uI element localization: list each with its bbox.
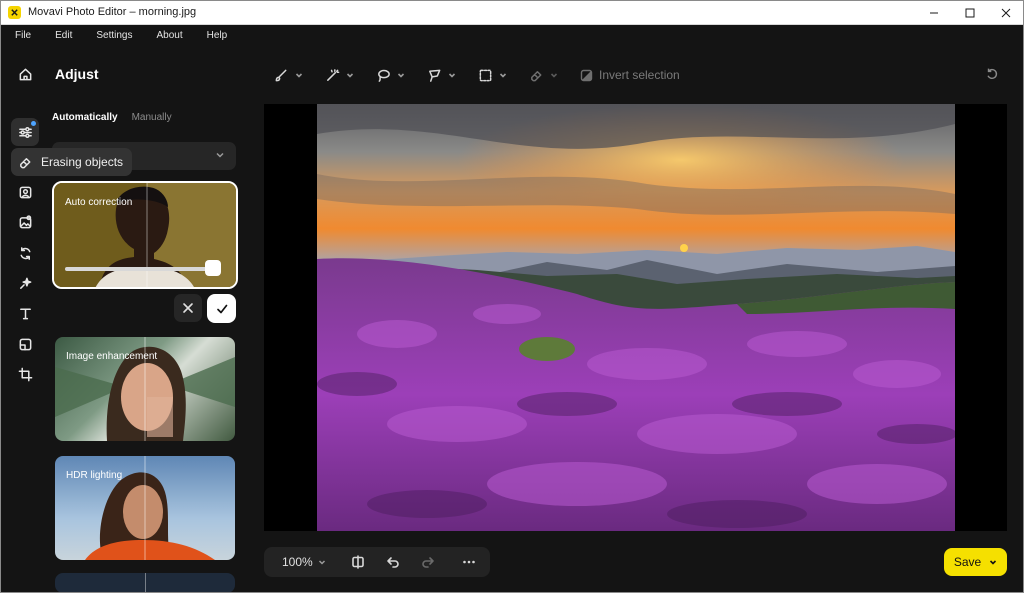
menu-file[interactable]: File	[15, 30, 31, 41]
chevron-down-icon	[990, 560, 997, 565]
chevron-down-icon	[499, 73, 507, 78]
zoom-level[interactable]: 100%	[282, 555, 313, 569]
menu-help[interactable]: Help	[207, 30, 228, 41]
image-edit-icon	[19, 214, 31, 228]
brush-tool[interactable]	[274, 68, 303, 83]
cancel-button[interactable]	[174, 294, 202, 322]
replace-background-button[interactable]	[11, 208, 39, 236]
auto-correction-slider-track[interactable]	[65, 267, 217, 271]
chevron-down-icon	[295, 73, 303, 78]
chevron-down-icon	[397, 73, 405, 78]
app-logo-icon	[8, 5, 21, 19]
eraser-tool[interactable]	[529, 68, 558, 83]
polygonal-lasso-tool[interactable]	[427, 68, 456, 83]
lasso-icon	[378, 69, 390, 82]
eraser-icon	[20, 157, 31, 168]
selection-toolbar: Invert selection	[264, 60, 680, 90]
save-label: Save	[953, 555, 982, 569]
restore-button[interactable]	[11, 239, 39, 267]
compare-button[interactable]	[351, 555, 365, 569]
maximize-button[interactable]	[952, 0, 988, 25]
undo-button[interactable]	[386, 555, 400, 569]
card-label: Auto correction	[65, 197, 133, 208]
menu-about[interactable]: About	[157, 30, 183, 41]
menu-edit[interactable]: Edit	[55, 30, 72, 41]
more-options-button[interactable]	[462, 555, 476, 569]
sliders-icon	[18, 126, 32, 138]
home-icon	[19, 68, 31, 80]
reset-icon	[987, 68, 998, 80]
photo-preview[interactable]	[317, 104, 955, 531]
hdr-lighting-card[interactable]: HDR lighting	[55, 456, 235, 560]
invert-icon	[580, 69, 593, 81]
text-button[interactable]	[11, 299, 39, 327]
window-title: Movavi Photo Editor – morning.jpg	[28, 6, 197, 18]
tab-manually[interactable]: Manually	[132, 112, 172, 123]
brush-icon	[275, 69, 287, 81]
rect-select-tool[interactable]	[478, 68, 507, 83]
adjust-button[interactable]	[11, 118, 39, 146]
zoom-toolbar: 100%	[264, 547, 490, 577]
portrait-button[interactable]	[11, 178, 39, 206]
checkmark-icon	[216, 304, 227, 313]
redo-button[interactable]	[421, 555, 435, 569]
polygonal-lasso-icon	[429, 69, 441, 82]
panel-title: Adjust	[55, 66, 99, 82]
reset-button[interactable]	[985, 67, 1001, 83]
frames-button[interactable]	[11, 330, 39, 358]
tooltip-label: Erasing objects	[41, 155, 124, 169]
invert-selection-label: Invert selection	[599, 68, 680, 82]
undo-icon	[387, 557, 399, 568]
eraser-icon	[531, 70, 542, 81]
home-button[interactable]	[11, 60, 39, 88]
chevron-down-icon	[346, 73, 354, 78]
minimize-button[interactable]	[916, 0, 952, 25]
landscape-photo	[317, 104, 955, 531]
menu-bar: File Edit Settings About Help	[0, 25, 1024, 46]
text-icon	[19, 308, 31, 319]
rotate-arrows-icon	[20, 246, 30, 260]
image-enhancement-card[interactable]: Image enhancement	[55, 337, 235, 441]
sparkle-icon	[19, 277, 31, 289]
chevron-down-icon	[216, 152, 224, 158]
chevron-down-icon	[550, 73, 558, 78]
auto-correction-card[interactable]: Auto correction	[52, 181, 238, 289]
card-label: HDR lighting	[66, 470, 123, 481]
mode-tabs: Automatically Manually	[52, 112, 186, 123]
invert-selection-button[interactable]: Invert selection	[580, 68, 680, 82]
auto-correction-slider-handle[interactable]	[205, 260, 221, 276]
split-divider	[145, 573, 146, 593]
next-preset-card[interactable]	[55, 573, 235, 593]
crop-button[interactable]	[11, 360, 39, 388]
notification-dot	[31, 121, 36, 126]
title-bar: Movavi Photo Editor – morning.jpg	[0, 0, 1024, 25]
portrait-icon	[19, 186, 31, 198]
lasso-tool[interactable]	[376, 68, 405, 83]
rect-select-icon	[479, 69, 492, 81]
erasing-objects-tooltip[interactable]: Erasing objects	[11, 148, 133, 176]
close-window-button[interactable]	[988, 0, 1024, 25]
redo-icon	[422, 557, 434, 568]
chevron-down-icon	[448, 73, 456, 78]
frame-icon	[19, 338, 31, 350]
magic-wand-tool[interactable]	[325, 68, 354, 83]
save-button[interactable]: Save	[944, 548, 1007, 576]
menu-settings[interactable]: Settings	[96, 30, 132, 41]
tab-automatically[interactable]: Automatically	[52, 112, 118, 123]
close-icon	[183, 303, 193, 313]
compare-icon	[352, 555, 364, 569]
magic-wand-icon	[327, 68, 340, 81]
more-icon	[463, 560, 475, 564]
tool-rail	[0, 46, 50, 593]
chevron-down-icon[interactable]	[318, 558, 326, 566]
effects-button[interactable]	[11, 269, 39, 297]
apply-button[interactable]	[207, 294, 236, 323]
card-label: Image enhancement	[66, 351, 158, 362]
crop-icon	[18, 367, 32, 381]
